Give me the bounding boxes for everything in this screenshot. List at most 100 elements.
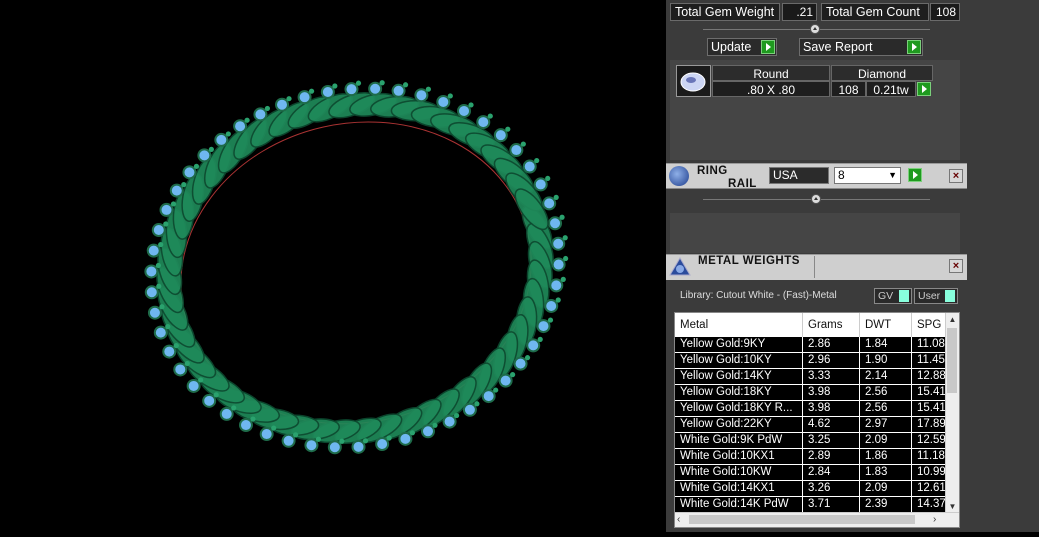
column-header-metal[interactable]: Metal [675,313,803,337]
gem-stone [526,338,541,353]
gem-prong [386,435,392,441]
gem-prong [264,105,271,112]
gem-stone [493,128,508,143]
gem-prong [355,80,362,86]
save-report-label: Save Report [803,40,873,54]
table-row[interactable]: White Gold:9K PdW 3.25 2.09 12.59 [675,433,947,449]
gem-prong [231,405,237,411]
ring-size-select[interactable]: 8 ▼ [834,167,901,184]
round-gem-icon [680,72,706,92]
table-row[interactable]: White Gold:10KX1 2.89 1.86 11.18 [675,449,947,465]
gem-stone [551,236,566,251]
vertical-scrollbar[interactable]: ▲ ▼ [945,313,959,513]
save-report-go-icon[interactable] [907,40,921,54]
table-row[interactable]: White Gold:14K PdW 3.71 2.39 14.37 [675,497,947,513]
table-row[interactable]: Yellow Gold:10KY 2.96 1.90 11.45 [675,353,947,369]
table-row[interactable]: Yellow Gold:18KY 3.98 2.56 15.41 [675,385,947,401]
dwt-cell: 2.14 [860,369,912,384]
gem-stone [533,177,548,192]
grams-cell: 2.84 [803,465,860,480]
gv-toggle[interactable]: GV [874,288,912,304]
h-scrollbar-thumb[interactable] [689,515,915,524]
total-gem-weight-label: Total Gem Weight [670,3,780,21]
gem-prong [165,324,171,330]
gem-prong [193,163,200,169]
gem-stone [442,414,457,429]
gem-row-go-icon[interactable] [917,82,931,96]
scroll-left-icon[interactable]: ‹ [677,513,680,527]
ring-rail-go-icon[interactable] [908,168,922,182]
scrollbar-thumb[interactable] [947,328,957,393]
table-row[interactable]: Yellow Gold:22KY 4.62 2.97 17.89 [675,417,947,433]
gem-stone [320,84,335,99]
metal-cell: White Gold:10KW [675,465,803,480]
gem-stone [281,433,296,448]
gem-stone [476,115,491,130]
ring-rail-title-1: RING [697,165,728,177]
gem-prong [409,430,416,436]
gem-stone [351,439,366,454]
gem-count: 108 [831,81,866,97]
collapse-handle-icon-2[interactable] [811,194,821,204]
table-row[interactable]: Yellow Gold:18KY R... 3.98 2.56 15.41 [675,401,947,417]
metal-cell: Yellow Gold:18KY [675,385,803,400]
gem-stone [233,119,248,134]
grams-cell: 4.62 [803,417,860,432]
gem-prong [293,432,299,438]
gem-prong [181,182,187,188]
ring-rail-area [670,213,960,253]
gem-prong [155,262,161,269]
region-field[interactable]: USA [769,167,829,184]
metal-cell: White Gold:10KX1 [675,449,803,464]
dwt-cell: 1.90 [860,353,912,368]
update-go-icon[interactable] [761,40,775,54]
gem-prong [447,93,453,99]
gem-stone [159,202,174,217]
gem-prong [487,113,493,119]
ring-model[interactable] [0,0,666,532]
grams-cell: 3.98 [803,401,860,416]
gem-stone [481,389,496,404]
gem-prong [271,425,277,431]
gem-stone [169,183,184,198]
metal-cell: White Gold:9K PdW [675,433,803,448]
column-header-dwt[interactable]: DWT [860,313,912,337]
metal-cell: Yellow Gold:9KY [675,337,803,352]
gem-prong [159,304,165,310]
gem-stone [219,406,234,421]
gem-thumbnail[interactable] [676,65,711,97]
table-row[interactable]: Yellow Gold:9KY 2.86 1.84 11.08 [675,337,947,353]
scroll-right-icon[interactable]: › [933,513,936,527]
total-gem-count-value: 108 [930,3,960,21]
grams-cell: 3.25 [803,433,860,448]
collapse-handle-icon[interactable] [810,24,820,34]
gem-prong [402,82,409,88]
dwt-cell: 2.09 [860,481,912,496]
ring-rail-close-icon[interactable]: × [949,169,963,183]
gem-prong [563,255,569,262]
column-header-grams[interactable]: Grams [803,313,860,337]
metal-weights-close-icon[interactable]: × [949,259,963,273]
gem-prong [332,83,338,89]
gem-stone [186,378,201,393]
gem-prong [468,102,474,108]
gem-stone [327,440,342,455]
gem-prong [225,131,231,137]
table-row[interactable]: White Gold:10KW 2.84 1.83 10.99 [675,465,947,481]
grams-cell: 3.71 [803,497,860,512]
3d-viewport[interactable] [0,0,666,532]
metal-cell: White Gold:14K PdW [675,497,803,512]
gem-stone [509,143,524,158]
gem-stone [146,243,161,258]
ring-rail-icon [669,166,689,186]
table-row[interactable]: Yellow Gold:14KY 3.33 2.14 12.88 [675,369,947,385]
gem-size: .80 X .80 [712,81,830,97]
save-report-button[interactable]: Save Report [799,38,923,56]
gem-stone [162,344,177,359]
user-toggle[interactable]: User [914,288,958,304]
metal-weights-table[interactable]: Metal Grams DWT SPG Yellow Gold:9KY 2.86 1… [674,312,960,528]
table-row[interactable]: White Gold:14KX1 3.26 2.09 12.61 [675,481,947,497]
dwt-cell: 2.56 [860,401,912,416]
scroll-up-icon[interactable]: ▲ [946,313,959,326]
horizontal-scrollbar[interactable]: ‹ › [675,512,959,527]
